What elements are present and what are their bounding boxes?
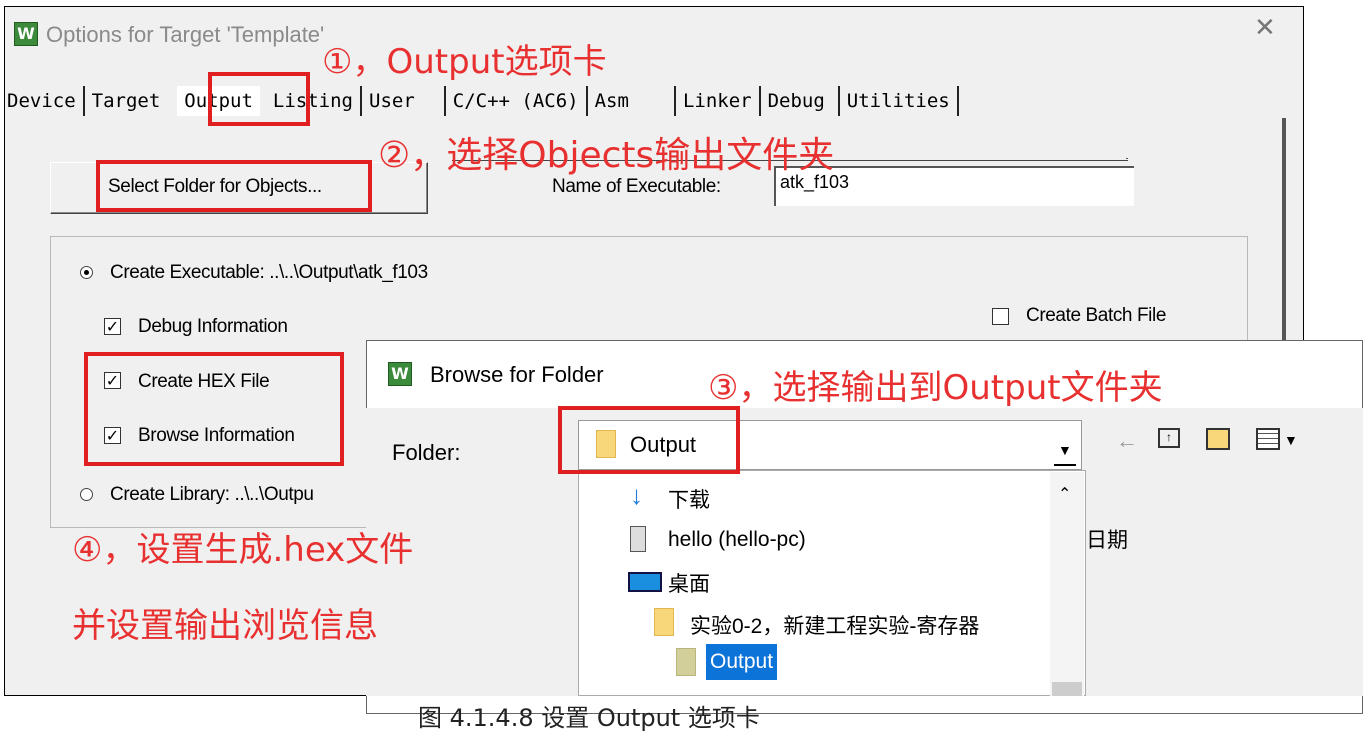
tab-cc-plus-plus[interactable]: C/C++ (AC6) <box>446 86 586 116</box>
folder-label: Folder: <box>392 440 461 465</box>
figure-caption: 图 4.1.4.8 设置 Output 选项卡 <box>418 704 760 732</box>
back-arrow-icon[interactable]: ← <box>1116 428 1138 454</box>
computer-icon <box>630 526 646 552</box>
tab-asm[interactable]: Asm <box>588 86 636 116</box>
tab-panel-edge <box>1126 158 1128 159</box>
tree-item-desktop[interactable]: 桌面 <box>668 568 710 598</box>
tree-item-network-pc[interactable]: hello (hello-pc) <box>668 528 806 552</box>
download-arrow-icon: ↓ <box>630 480 643 510</box>
date-column-header: 日期 <box>1086 529 1128 552</box>
new-folder-icon[interactable] <box>1206 428 1230 450</box>
tree-item-output-selected[interactable]: Output <box>706 644 778 680</box>
folder-icon <box>676 648 696 676</box>
chevron-down-icon[interactable]: ▼ <box>1284 432 1298 448</box>
scroll-thumb[interactable] <box>1052 682 1082 696</box>
scroll-up-icon[interactable]: ⌃ <box>1058 484 1071 504</box>
annotation-step-4: ④，设置生成.hex文件 <box>72 530 414 570</box>
tab-debug[interactable]: Debug <box>761 86 832 116</box>
highlight-output-tab <box>208 72 310 126</box>
create-batch-checkbox[interactable] <box>992 308 1009 325</box>
debug-info-checkbox[interactable]: ✓ <box>104 318 121 335</box>
highlight-select-folder <box>96 160 372 212</box>
create-executable-radio[interactable] <box>80 266 93 279</box>
tab-target[interactable]: Target <box>85 86 168 116</box>
highlight-folder-combo <box>558 406 740 474</box>
desktop-icon <box>628 572 662 592</box>
folder-icon <box>654 608 674 636</box>
annotation-step-3: ③，选择输出到Output文件夹 <box>708 368 1163 408</box>
dialog-title: Options for Target 'Template' <box>46 22 325 47</box>
annotation-step-4-detail: 并设置输出浏览信息 <box>72 606 378 646</box>
create-executable-label: Create Executable: ..\..\Output\atk_f103 <box>110 262 428 283</box>
tab-divider <box>956 86 959 116</box>
tree-item-project-folder[interactable]: 实验0-2，新建工程实验-寄存器 <box>690 610 1040 640</box>
keil-app-icon: W <box>14 22 38 46</box>
create-library-radio[interactable] <box>80 488 93 501</box>
annotation-step-1: ①，Output选项卡 <box>322 42 607 82</box>
create-library-label: Create Library: ..\..\Outpu <box>110 484 314 505</box>
create-batch-label: Create Batch File <box>1026 305 1166 326</box>
tab-user[interactable]: User <box>362 86 422 116</box>
tab-utilities[interactable]: Utilities <box>840 86 957 116</box>
tree-scrollbar[interactable] <box>1050 472 1084 696</box>
debug-info-label: Debug Information <box>138 316 288 337</box>
highlight-hex-browse <box>84 352 344 466</box>
tab-device[interactable]: Device <box>0 86 83 116</box>
view-menu-icon[interactable] <box>1256 428 1280 450</box>
up-folder-icon[interactable]: ↑ <box>1158 428 1180 448</box>
annotation-step-2: ②，选择Objects输出文件夹 <box>378 135 835 176</box>
chevron-down-icon[interactable]: ▼ <box>1054 434 1076 466</box>
keil-app-icon: W <box>388 362 412 386</box>
browse-folder-title: Browse for Folder <box>430 362 604 387</box>
tree-item-downloads[interactable]: 下载 <box>668 484 710 514</box>
tab-strip: Device Target Output Listing User C/C++ … <box>0 80 959 122</box>
executable-name-label: Name of Executable: <box>552 176 721 197</box>
close-icon[interactable]: ✕ <box>1254 12 1276 43</box>
tab-linker[interactable]: Linker <box>676 86 759 116</box>
